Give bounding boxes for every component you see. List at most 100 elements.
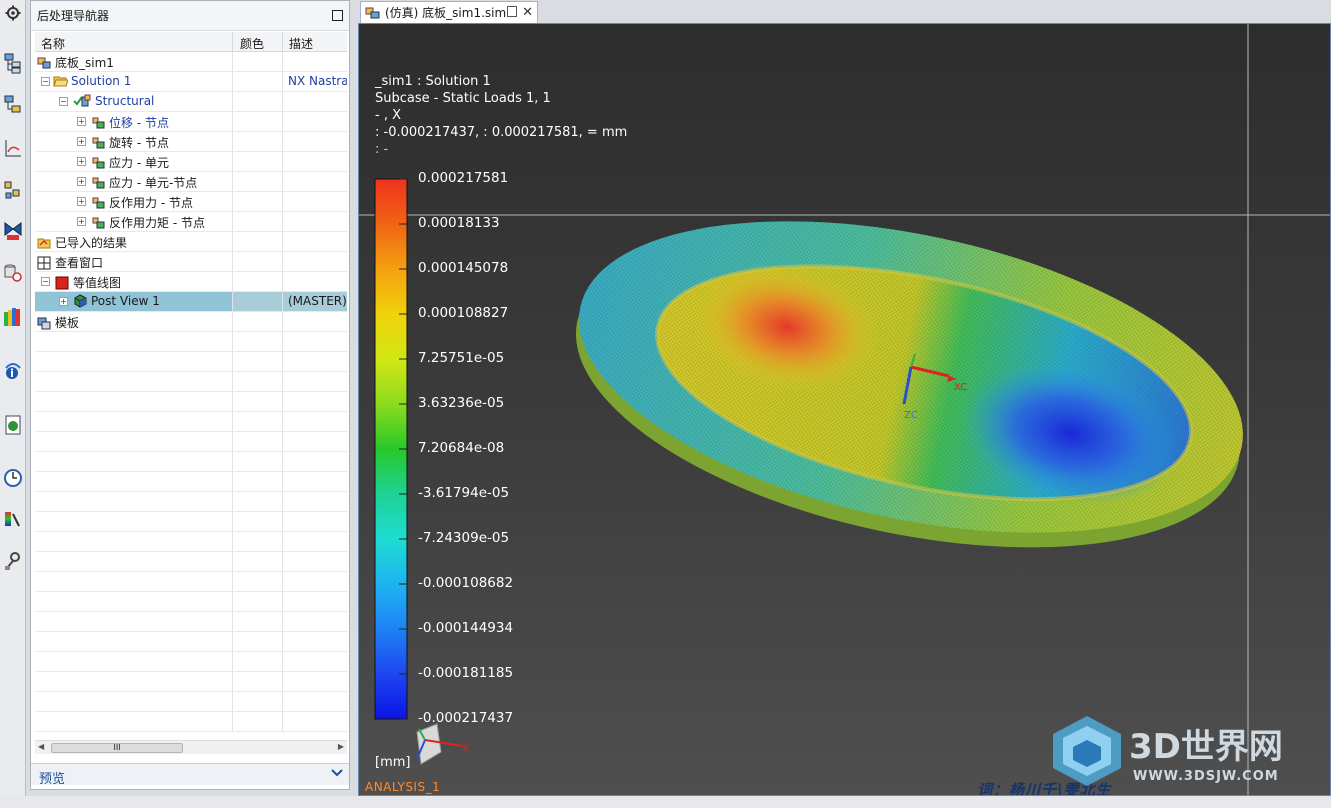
process-studio-icon[interactable] [2,550,24,572]
pin-icon[interactable] [507,6,517,17]
legend-unit: [mm] [375,755,411,770]
legend-value: 0.000217581 [418,170,509,186]
legend-value: 0.00018133 [418,215,500,231]
tree-empty-row [35,392,347,412]
horizontal-scrollbar[interactable]: ◀ III ▶ [35,740,347,754]
constraint-navigator-icon[interactable] [2,138,24,160]
tree-rows: 底板_sim1 − Solution 1 NX Nastran − [35,52,347,742]
tree-node-label: 已导入的结果 [55,236,128,250]
preview-section[interactable]: 预览 [31,763,349,787]
tree-node-label: 反作用力矩 - 节点 [109,216,205,230]
simulation-navigator-icon[interactable] [2,180,24,202]
tree-node-result-reaction-force[interactable]: + 反作用力 - 节点 [35,192,347,212]
part-navigator-icon[interactable] [2,94,24,116]
result-node-icon [91,116,106,130]
tree-node-templates[interactable]: 模板 [35,312,347,332]
post-processing-navigator-icon[interactable] [2,220,24,242]
assembly-navigator-icon[interactable] [2,52,24,74]
maximize-icon[interactable] [332,10,343,21]
logo-title: 3D世界网 [1129,727,1283,767]
tree-empty-row [35,352,347,372]
column-header-color[interactable]: 颜色 [240,35,264,52]
tree-node-viewports[interactable]: 查看窗口 [35,252,347,272]
tree-node-solution[interactable]: − Solution 1 NX Nastran [35,72,347,92]
expand-icon[interactable]: + [77,177,86,186]
expand-icon[interactable]: + [59,297,68,306]
result-header-line2: Subcase - Static Loads 1, 1 [375,91,551,106]
tree-node-structural[interactable]: − Structural [35,92,347,112]
post-view-icon [73,294,88,308]
column-header-name[interactable]: 名称 [41,35,65,52]
result-node-icon [91,176,106,190]
tree-empty-row [35,452,347,472]
tree-empty-row [35,492,347,512]
collapse-icon[interactable]: − [41,277,50,286]
tree-node-contour-plots[interactable]: − 等值线图 [35,272,347,292]
tree-node-label: Post View 1 [91,294,160,308]
tree-node-imported-results[interactable]: 已导入的结果 [35,232,347,252]
tree-empty-row [35,612,347,632]
tree-node-sim-file[interactable]: 底板_sim1 [35,52,347,72]
legend-value: 3.63236e-05 [418,395,505,411]
expand-icon[interactable]: + [77,157,86,166]
expand-icon[interactable]: + [77,137,86,146]
expand-icon[interactable]: + [77,197,86,206]
legend-value: -7.24309e-05 [418,530,510,546]
expand-icon[interactable]: + [77,217,86,226]
tab-sim-file[interactable]: (仿真) 底板_sim1.sim ✕ [360,1,538,23]
result-node-icon [91,216,106,230]
legend-value: -3.61794e-05 [418,485,510,501]
palette-icon[interactable] [2,306,24,328]
collapse-icon[interactable]: − [59,97,68,106]
tree-empty-row [35,632,347,652]
post-processing-navigator: 后处理导航器 名称 颜色 描述 底板_sim1 − Solution 1 NX … [30,0,350,790]
scroll-thumb[interactable]: III [51,743,183,753]
tree-empty-row [35,332,347,352]
graphics-window[interactable]: XC ZC X _sim1 : Solution 1 Subcase - Sta… [358,23,1331,796]
sim-file-icon [37,56,52,70]
tree-empty-row [35,472,347,492]
resource-bar [0,0,26,800]
tree-node-desc: NX Nastran [288,74,347,88]
result-header-line5: : - [375,142,389,157]
logo-url: WWW.3DSJW.COM [1133,769,1279,784]
tree-node-label: 模板 [55,316,80,330]
navigator-title: 后处理导航器 [37,9,110,23]
legend-value: -0.000108682 [418,575,514,591]
scroll-left-icon[interactable]: ◀ [38,742,44,751]
scroll-thumb-grip: III [113,743,121,752]
gear-icon[interactable] [2,2,24,24]
view-triad-x-label: X [463,744,469,754]
tree-node-result-rotation[interactable]: + 旋转 - 节点 [35,132,347,152]
history-icon[interactable] [2,466,24,488]
tree-empty-row [35,572,347,592]
tree-node-result-stress-element[interactable]: + 应力 - 单元 [35,152,347,172]
info-icon[interactable] [2,360,24,382]
legend-color-bar [374,178,408,720]
chevron-down-icon[interactable] [331,766,343,784]
scroll-right-icon[interactable]: ▶ [338,742,344,751]
column-header-desc[interactable]: 描述 [289,35,313,52]
web-browser-icon[interactable] [2,414,24,436]
tree-node-label: 旋转 - 节点 [109,136,169,150]
tree-node-label: 反作用力 - 节点 [109,196,193,210]
tree-node-label: Solution 1 [71,74,132,88]
legend-value: 7.25751e-05 [418,350,505,366]
result-set-icon [73,94,91,108]
tree-empty-row [35,512,347,532]
close-icon[interactable]: ✕ [522,5,533,20]
tree-node-result-displacement[interactable]: + 位移 - 节点 [35,112,347,132]
collapse-icon[interactable]: − [41,77,50,86]
site-logo: 3D世界网 WWW.3DSJW.COM [1049,712,1309,792]
tree-empty-row [35,372,347,392]
expand-icon[interactable]: + [77,117,86,126]
reuse-library-icon[interactable] [2,262,24,284]
tree-empty-row [35,672,347,692]
view-triad: X [416,723,469,765]
system-materials-icon[interactable] [2,508,24,530]
tree-node-label: Structural [95,94,155,108]
navigator-title-bar: 后处理导航器 [31,1,349,31]
tree-node-post-view[interactable]: + Post View 1 (MASTER) [35,292,347,312]
tree-node-result-reaction-moment[interactable]: + 反作用力矩 - 节点 [35,212,347,232]
tree-node-result-stress-element-nodal[interactable]: + 应力 - 单元-节点 [35,172,347,192]
